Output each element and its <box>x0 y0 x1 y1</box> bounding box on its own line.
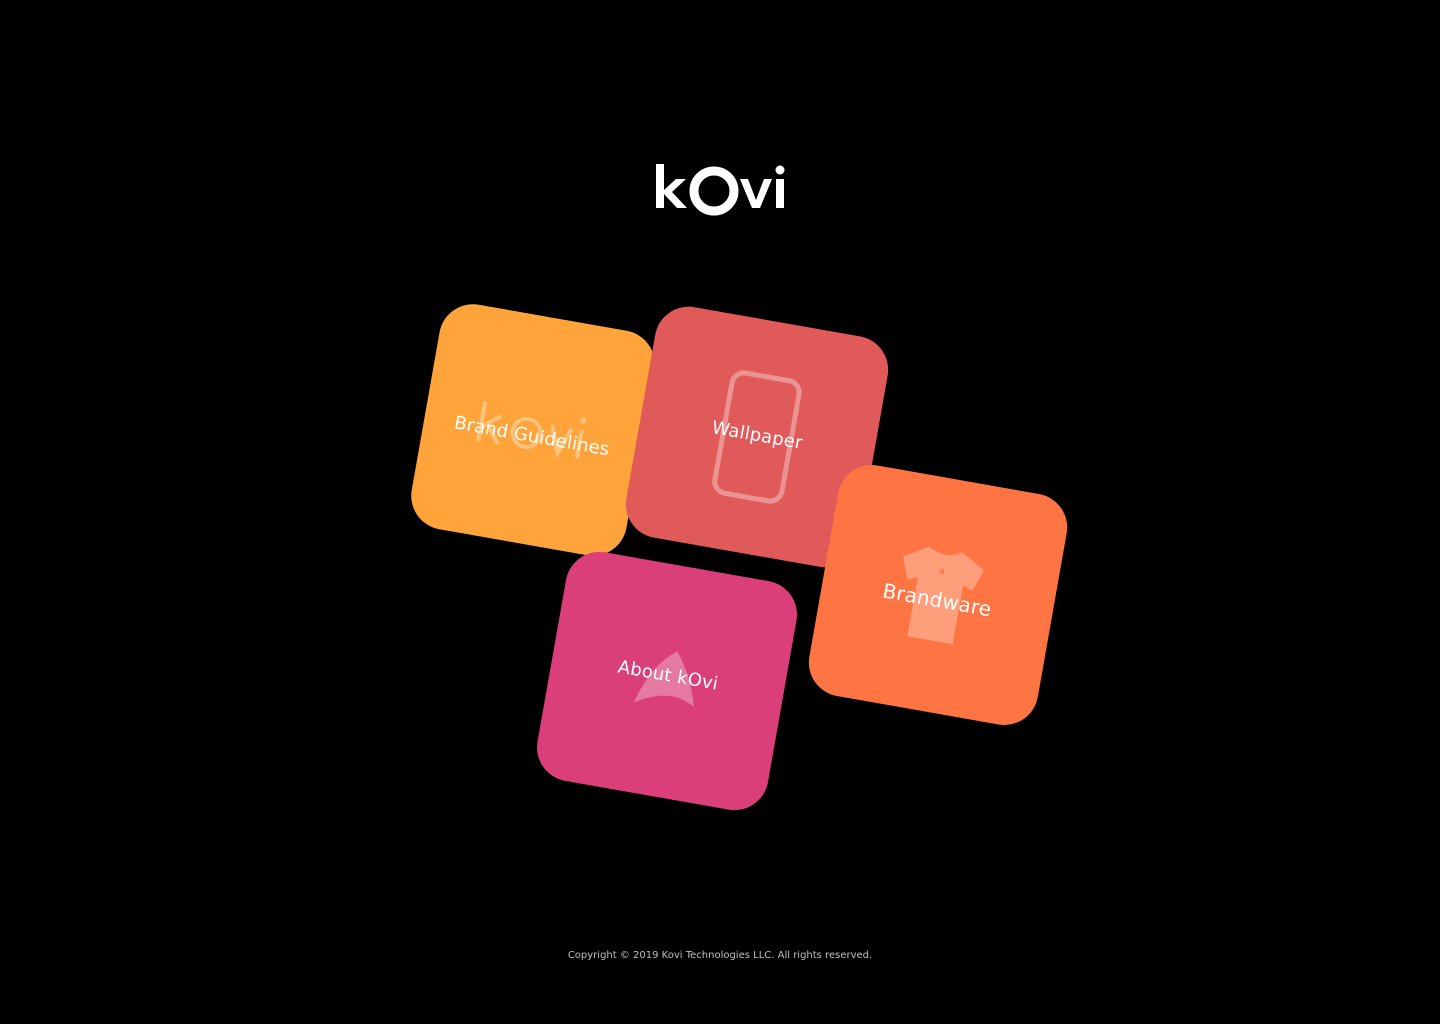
copyright-text: Copyright © 2019 Kovi Technologies LLC. … <box>567 950 873 961</box>
card-brandware[interactable]: Brandware <box>803 459 1073 731</box>
page: Brand Guidelines Wallpaper Brandware Abo… <box>0 0 1440 1024</box>
kovi-logo-icon[interactable] <box>654 160 790 222</box>
card-brand-guidelines[interactable]: Brand Guidelines <box>405 298 661 562</box>
card-about-kovi[interactable]: About kOvi <box>531 546 803 816</box>
